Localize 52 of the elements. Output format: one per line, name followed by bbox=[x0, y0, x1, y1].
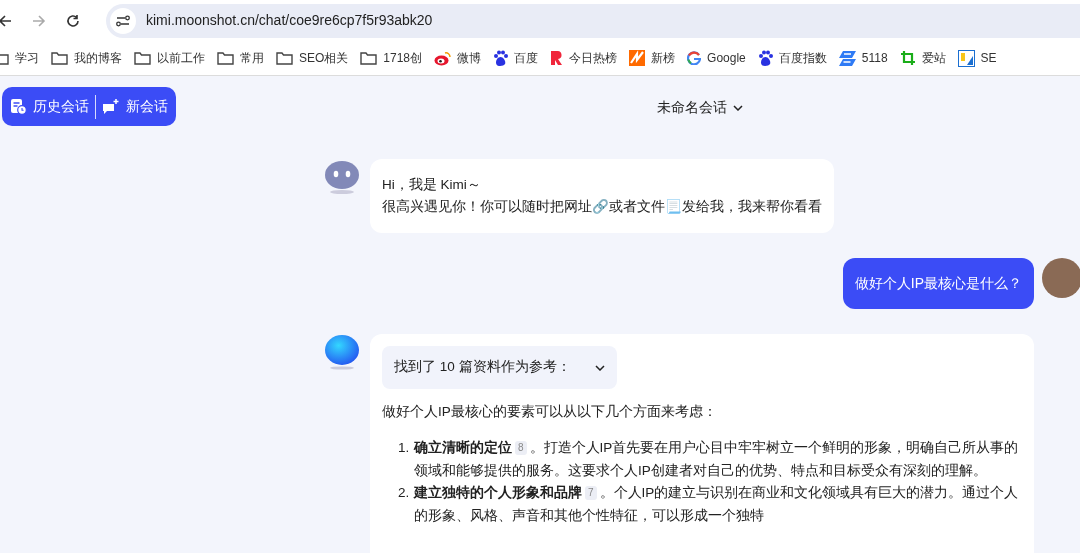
letter-logo-icon bbox=[550, 50, 564, 66]
back-icon[interactable] bbox=[0, 13, 12, 28]
eye-logo-icon bbox=[434, 50, 452, 66]
avatar-photo-placeholder bbox=[1042, 258, 1080, 298]
bookmark[interactable]: 微博 bbox=[434, 49, 482, 67]
bookmark[interactable]: 1718创 bbox=[360, 49, 423, 67]
bookmark[interactable]: 我的博客 bbox=[51, 49, 122, 67]
reload-icon[interactable] bbox=[66, 13, 80, 28]
bookmark[interactable]: 爱站 bbox=[899, 49, 946, 67]
paw-icon bbox=[757, 50, 773, 66]
history-icon bbox=[10, 98, 27, 115]
site-settings-icon[interactable] bbox=[110, 7, 136, 34]
user-message-bubble: 做好个人IP最核心是什么？ bbox=[842, 258, 1034, 309]
bookmark[interactable]: 新榜 bbox=[629, 49, 676, 67]
list-number: 2. bbox=[398, 484, 410, 502]
sources-dropdown[interactable]: 找到了 10 篇资料作为参考： bbox=[382, 346, 617, 389]
crop-arrows-icon bbox=[899, 50, 916, 66]
history-button[interactable]: 历史会话 bbox=[10, 96, 95, 117]
bookmark[interactable]: 今日热榜 bbox=[550, 49, 618, 67]
bookmark[interactable]: 常用 bbox=[217, 49, 264, 67]
bookmark[interactable]: Google bbox=[687, 49, 746, 67]
zigzag-logo-icon bbox=[629, 50, 646, 66]
list-number: 1. bbox=[398, 439, 410, 457]
chevron-icon bbox=[594, 364, 605, 371]
list-item-text: 确立清晰的定位 8 。打造个人IP首先要在用户心目中牢牢树立一个鲜明的形象，明确自己所从事的领域和能够提供的服务。这要求个人IP创建者对自己的优势、特点和目标受众有深刻的理解。 bbox=[414, 439, 1020, 480]
folder-icon bbox=[276, 51, 293, 65]
bot-avatar-icon bbox=[324, 334, 360, 370]
bookmark[interactable]: SE bbox=[957, 49, 997, 67]
chevron-down-icon bbox=[733, 104, 743, 111]
folder-icon bbox=[51, 51, 68, 65]
new-chat-button[interactable]: 新会话 bbox=[96, 96, 168, 117]
g-logo-icon bbox=[687, 51, 702, 65]
split-square-icon bbox=[957, 49, 975, 67]
bookmark[interactable]: SEO相关 bbox=[276, 49, 349, 67]
url-text: kimi.moonshot.cn/chat/coe9re6cp7f5r93abk20 bbox=[146, 11, 433, 30]
paw-icon bbox=[493, 50, 509, 66]
conversation-title-dropdown[interactable]: 未命名会话 bbox=[657, 97, 743, 118]
answer-intro: 做好个人IP最核心的要素可以从以下几个方面来考虑： bbox=[382, 403, 718, 421]
bookmark[interactable]: 以前工作 bbox=[134, 49, 205, 67]
bookmark[interactable]: 5118 bbox=[838, 49, 888, 67]
folder-icon bbox=[360, 51, 378, 65]
bot-avatar-icon bbox=[324, 159, 360, 195]
new-chat-icon bbox=[102, 98, 120, 115]
address-bar[interactable]: kimi.moonshot.cn/chat/coe9re6cp7f5r93abk20 bbox=[106, 3, 1080, 38]
message-bubble: Hi，我是 Kimi～ 很高兴遇见你！你可以随时把网址🔗或者文件📃发给我，我来帮你看看 bbox=[370, 159, 834, 233]
list-item-text: 建立独特的个人形象和品牌 7 。个人IP的建立与识别在商业和文化领域具有巨大的潜力。通过个人的形象、风格、声音和其他个性特征，可以形成一个独特 bbox=[414, 484, 1020, 525]
bookmark[interactable]: 百度指数 bbox=[757, 49, 827, 67]
bookmark[interactable]: 学习 bbox=[0, 49, 39, 67]
bookmark[interactable]: 百度 bbox=[493, 49, 539, 67]
folder-icon bbox=[217, 51, 234, 65]
folder-icon bbox=[134, 51, 151, 65]
s-logo-icon bbox=[838, 50, 856, 66]
